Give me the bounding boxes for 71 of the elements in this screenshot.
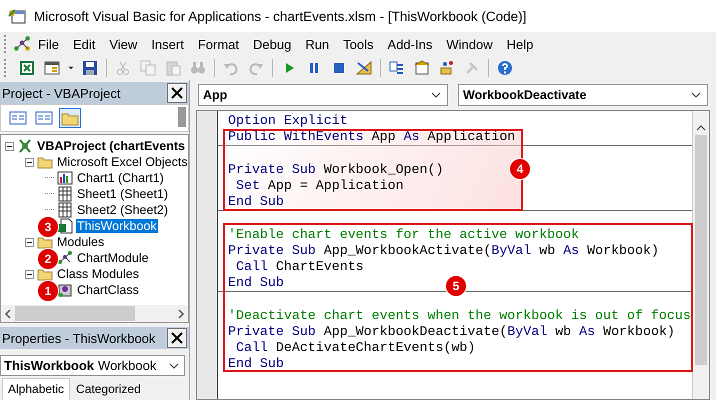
menu-item[interactable]: View — [102, 36, 144, 52]
tree-item[interactable]: VBAProject (chartEvents — [36, 139, 186, 153]
collapse-box[interactable] — [25, 158, 34, 166]
chart-icon — [57, 170, 73, 186]
code-comment: 'Enable chart events for the active workbook — [228, 227, 580, 243]
vba-icon[interactable] — [13, 35, 31, 53]
tree-item[interactable]: Sheet1 (Sheet1) — [76, 187, 170, 201]
sheet-icon — [57, 186, 73, 202]
code-line: Call DeActivateChartEvents(wb) — [234, 340, 476, 356]
tree-item[interactable]: Microsoft Excel Objects — [56, 155, 189, 169]
number-badge: 2 — [37, 248, 59, 270]
class-module-icon — [57, 282, 73, 298]
tree-item[interactable]: ThisWorkbook — [76, 219, 158, 233]
tree-item[interactable]: ChartModule — [76, 251, 150, 265]
code-line: Private Sub App_WorkbookDeactivate(ByVal wb As Workbook) — [228, 324, 675, 340]
number-badge: 5 — [445, 275, 467, 297]
menu-item[interactable]: Format — [190, 36, 246, 52]
collapse-box[interactable] — [25, 238, 34, 246]
number-badge: 3 — [37, 216, 59, 238]
code-comment: 'Deactivate chart events when the workbook is out of focus — [228, 308, 691, 324]
chevron-down-icon[interactable] — [431, 92, 441, 98]
code-line: Private Sub Workbook_Open() — [228, 162, 444, 178]
code-line: Private Sub App_WorkbookActivate(ByVal wb As Workbook) — [228, 243, 659, 259]
tree-item[interactable]: Class Modules — [56, 267, 140, 281]
module-icon — [57, 250, 73, 266]
number-badge: 1 — [37, 280, 59, 302]
panel-title: Project - VBAProject — [2, 86, 120, 100]
menu-item[interactable]: Edit — [66, 36, 102, 52]
code-line: Option Explicit — [228, 113, 348, 129]
window-title: Microsoft Visual Basic for Applications - chartEvents.xlsm - [ThisWorkbook (Code)] — [34, 8, 526, 24]
app-icon — [8, 8, 26, 24]
code-line: End Sub — [228, 275, 284, 291]
code-line: Call ChartEvents — [234, 259, 364, 275]
menu-item[interactable]: Window — [439, 36, 500, 52]
tree-item[interactable]: Modules — [56, 235, 106, 249]
tab[interactable]: Categorized — [70, 378, 147, 400]
object-dropdown[interactable]: ThisWorkbook Workbook — [0, 355, 185, 376]
close-button[interactable] — [167, 83, 187, 103]
tab[interactable]: Alphabetic — [2, 378, 70, 400]
menu-item[interactable]: File — [31, 36, 66, 52]
menu-item[interactable]: Insert — [144, 36, 191, 52]
close-button[interactable] — [167, 328, 187, 348]
tree-item[interactable]: Sheet2 (Sheet2) — [76, 203, 170, 217]
workbook-icon — [57, 218, 73, 234]
panel-title: Properties - ThisWorkbook — [2, 330, 156, 346]
code-line: End Sub — [228, 356, 284, 372]
code-line: Set App = Application — [234, 178, 404, 194]
project-icon — [17, 138, 33, 154]
menu-item[interactable]: Add-Ins — [380, 36, 440, 52]
tree-item[interactable]: Chart1 (Chart1) — [76, 171, 165, 185]
chevron-down-icon[interactable] — [691, 92, 701, 98]
number-badge: 4 — [509, 158, 531, 180]
scrollbar-thumb[interactable] — [695, 135, 707, 365]
menu-item[interactable]: Run — [298, 36, 336, 52]
object-dropdown[interactable]: App — [198, 84, 448, 106]
code-line: Public WithEvents App As Application — [228, 129, 516, 145]
collapse-box[interactable] — [25, 270, 34, 278]
sheet-icon — [57, 202, 73, 218]
menu-item[interactable]: Debug — [246, 36, 298, 52]
chevron-down-icon[interactable] — [169, 362, 179, 368]
procedure-dropdown[interactable]: WorkbookDeactivate — [458, 84, 708, 106]
folder-icon[interactable] — [59, 108, 81, 128]
menu-item[interactable]: Tools — [336, 36, 381, 52]
collapse-box[interactable] — [5, 142, 14, 150]
scroll-up-icon[interactable] — [696, 125, 706, 131]
scrollbar[interactable] — [178, 107, 186, 127]
code-line: End Sub — [228, 194, 284, 210]
menu-item[interactable]: Help — [500, 36, 540, 52]
scrollbar-thumb[interactable] — [15, 306, 135, 321]
vertical-scrollbar[interactable] — [692, 111, 709, 399]
tree-item[interactable]: ChartClass — [76, 283, 140, 297]
